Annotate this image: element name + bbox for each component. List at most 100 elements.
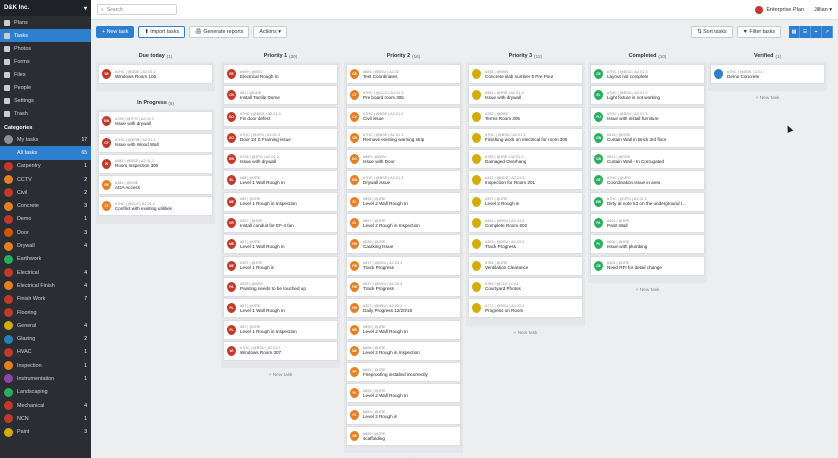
category-item[interactable]: NCN 1 [0,412,91,425]
task-card[interactable]: #785 | @CLE | C4.1 Courtyard Photos [468,276,583,297]
task-card[interactable]: #497 | @JRE Level 2 Rough in [468,191,583,212]
task-card[interactable]: GE #404 | @JRE Need RFI for detail change [590,255,705,276]
task-card[interactable]: PL #892 | @JRE Level 2 Wall Rough In [346,383,461,404]
task-card[interactable]: WI #7HC | @BSU | A2.01.2 Windows Room 307 [223,340,338,361]
category-item[interactable]: Flooring [0,306,91,319]
category-item[interactable]: Paint 3 [0,426,91,439]
category-item[interactable]: HVAC 1 [0,346,91,359]
category-item[interactable]: Electrical Finish 4 [0,279,91,292]
chart-view-icon[interactable]: ↗ [822,26,833,38]
task-card[interactable]: CP #7HC | @BRB | A2.01.1 Issue with Wood W… [98,132,213,153]
task-card[interactable]: PA #535 | @BSE Painting needs to be touche… [223,276,338,297]
task-card[interactable]: EE #499 | @BSJ Electrical Rough In [223,64,338,84]
category-item[interactable]: CCTV 2 [0,173,91,186]
sidebar-item-trash[interactable]: Trash [0,107,91,120]
task-card[interactable]: PL #406 | @JRE Issue with plumbing [590,234,705,255]
actions-button[interactable]: Actions ▾ [253,26,287,38]
task-card[interactable]: DW #728 | @JPG | A2.01.3 Issue with drywal… [223,149,338,170]
task-card[interactable]: EL #897 | @JRE Level 2 Rough in Inspection [346,213,461,234]
category-item[interactable]: Carpentry 1 [0,160,91,173]
category-item[interactable]: Glazing 2 [0,332,91,345]
org-switcher[interactable]: D&K Inc. ▾ [0,0,91,16]
category-item[interactable]: Demo 1 [0,213,91,226]
sidebar-item-settings[interactable]: Settings [0,94,91,107]
sidebar-item-photos[interactable]: Photos [0,42,91,55]
task-card[interactable]: #361 | @JRE | A2.01.3 Issue with drywall [468,85,583,106]
category-item[interactable]: Civil 2 [0,186,91,199]
task-card[interactable]: #7HC | @BSU | A2.01.3 Finishing work on e… [468,127,583,148]
task-card[interactable]: DW #7HC | @BSE | A2.01.3 Drywall issue [346,170,461,191]
task-card[interactable]: EL #894 | @JRE Level 2 Wall Rough In [346,191,461,212]
task-card[interactable]: ME #890 | @JRE Level 2 Wall Rough In [346,319,461,340]
sidebar-item-people[interactable]: People [0,81,91,94]
task-card[interactable]: #7HC | @DDE | C3.1 Demo Concrete [710,64,825,84]
task-card[interactable]: #441 | @DDE | A2.01.3 Inspection for Room… [468,170,583,191]
user-menu[interactable]: Jillian ▾ [814,7,832,13]
new-task-link[interactable]: + New task [588,288,707,293]
task-card[interactable]: #491 | @BSU | A2.03.3 Complete Room 602 [468,213,583,234]
new-task-link[interactable]: + New task [221,373,340,378]
task-card[interactable]: #783 | @JRE | A2.01.2 Damaged Overhang [468,149,583,170]
task-card[interactable]: FW #537 | @BSU | A2.03.3 Track Progress [346,276,461,297]
task-card[interactable]: DO #880 | @BSU Issue with Door [346,149,461,170]
task-card[interactable]: FW #539 | @JRE Caulking Issue [346,234,461,255]
task-card[interactable]: DW #728 | @JPG | A2.01.3 Issue with drywal… [98,111,213,132]
task-card[interactable]: PL #893 | @JRE Level 2 Rough in [346,404,461,425]
task-card[interactable]: PL #87 | @JRE Level 1 Rough in Inspection [223,319,338,340]
task-card[interactable]: GE #883 | @BSU | A2.02 Test Coordinates [346,64,461,84]
category-item[interactable]: My tasks 17 [0,133,91,146]
task-card[interactable]: FU #7HC | @BSU | A2.01.3 Issue with instal… [590,106,705,127]
task-card[interactable]: ME #87 | @JRE Level 1 Wall Rough in [223,234,338,255]
task-card[interactable]: EL #88 | @JRE Level 1 Wall Rough In [223,170,338,191]
task-card[interactable]: DR #397 | @JRE Install conduit for EF-4 fa… [223,213,338,234]
import-tasks-button[interactable]: ⬆ Import tasks [138,26,186,38]
task-card[interactable]: FP #891 | @JRE Fireproofing installed inco… [346,362,461,383]
task-card[interactable]: DO #7HC | @DDE | A2.01.3 Fix door defect [223,106,338,127]
task-card[interactable]: #335 | @BSN Concrete slab number 5 Pre Po… [468,64,583,84]
filter-tasks-button[interactable]: ▼ Filter tasks [736,26,781,38]
task-card[interactable]: PL #87 | @JRE Level 1 Wall Rough In [223,298,338,319]
map-view-icon[interactable]: ⌖ [811,26,822,38]
task-card[interactable]: ME #896 | @JRE Level 2 Rough in Inspection [346,340,461,361]
category-item[interactable]: Concrete 3 [0,199,91,212]
category-item[interactable]: All tasks 65 [0,146,91,160]
task-card[interactable]: FW #537 | @BSU | A2.03.3 Track Progress [346,255,461,276]
task-card[interactable]: FW #357 | @BSU | A2.01.3 Daily Progress 12… [346,298,461,319]
task-card[interactable]: GE #7HC | @BSU | A2.01.3 Layout not comple… [590,64,705,84]
task-card[interactable]: PA #402 | @JRE Paint Wall [590,213,705,234]
task-card[interactable]: #453 | @BSU | A2.03.2 Track Progress [468,234,583,255]
category-item[interactable]: Instrumentation 1 [0,372,91,385]
generate-reports-button[interactable]: 🖨 Generate reports [189,26,250,38]
sidebar-item-files[interactable]: Files [0,68,91,81]
task-card[interactable]: EL #7HC | @BSU | A2.01.2 Light fixture is … [590,85,705,106]
task-card[interactable]: CW #415 | @DSE Curtain Wall in Brick 3rd f… [590,127,705,148]
task-card[interactable]: GE #895 | @JRE scaffolding [346,426,461,447]
sidebar-item-tasks[interactable]: Tasks [0,29,91,42]
category-item[interactable]: Finish Work 7 [0,293,91,306]
notification-icon[interactable] [755,5,764,14]
sidebar-item-forms[interactable]: Forms [0,55,91,68]
category-item[interactable]: Door 3 [0,226,91,239]
category-item[interactable]: Mechanical 4 [0,399,91,412]
task-card[interactable]: DO #7HC | @JPG | A2.01.3 Door 24 S Framing… [223,127,338,148]
task-card[interactable]: CW #521 | @DSE Curtain Wall - In Corrugate… [590,149,705,170]
task-card[interactable]: CT #7HC | @CLE | A2.01.1 Conflict with exi… [98,196,213,217]
category-item[interactable]: Landscaping [0,386,91,399]
task-card[interactable]: GE #7HC | @JPG Coordination issue in area [590,170,705,191]
task-card[interactable]: #777 | @BSU | A2.03.3 Progress on Room [468,298,583,319]
list-view-icon[interactable]: ☰ [800,26,811,38]
category-item[interactable]: General 4 [0,319,91,332]
task-card[interactable]: IN #482 | @BSE | A2.01.1 Room Inspection 3… [98,153,213,174]
task-card[interactable]: ME #407 | @JRE Level 1 Rough in [223,255,338,276]
task-card[interactable]: #784 | @JRE Ventilation Clearance [468,255,583,276]
task-card[interactable]: CV #7HC | @BSE | A2.01.2 Civil issue [346,106,461,127]
task-card[interactable]: CN #7HC | @BSE | A2.01.1 Remove existing w… [346,127,461,148]
category-item[interactable]: Inspection 1 [0,359,91,372]
search-input[interactable]: ⌕ Search [97,4,177,15]
category-item[interactable]: Drywall 4 [0,239,91,252]
sidebar-item-plans[interactable]: Plans [0,16,91,29]
category-item[interactable]: Earthwork [0,253,91,266]
sort-tasks-button[interactable]: ⇅ Sort tasks [691,26,733,38]
task-card[interactable]: EW #7HC | @JPG | A2.01.1 Dirty at note 53 … [590,191,705,212]
board-view-icon[interactable]: ▦ [789,26,800,38]
